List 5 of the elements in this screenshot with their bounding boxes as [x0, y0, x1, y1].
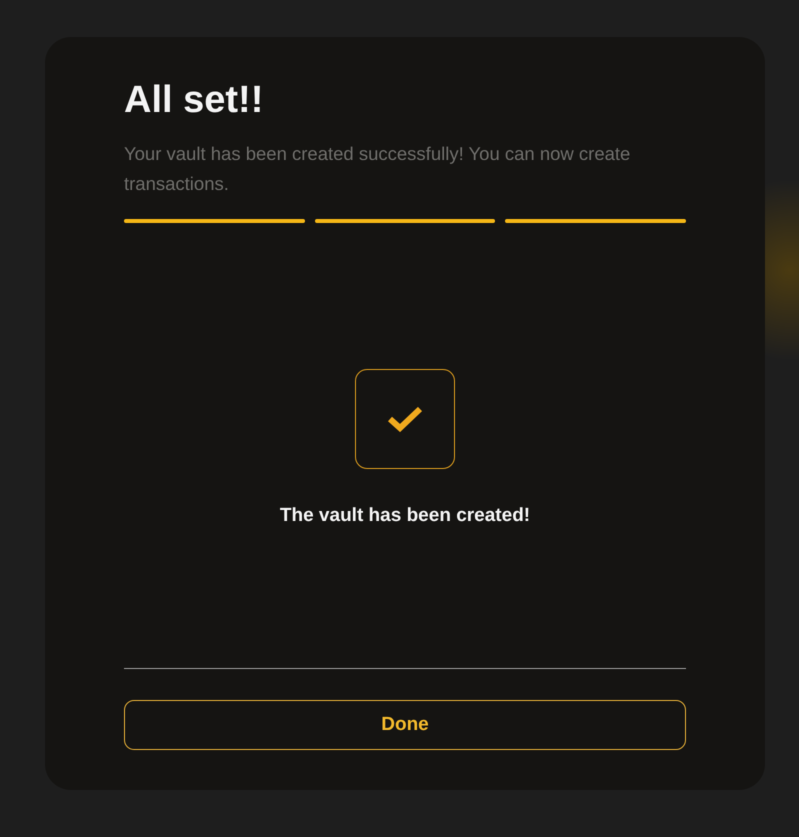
check-icon	[387, 405, 423, 433]
dialog-subtitle: Your vault has been created successfully! You can now create transactions.	[124, 142, 632, 196]
dialog-title: All set!!	[124, 78, 264, 123]
done-button[interactable]: Done	[124, 700, 686, 750]
status-message: The vault has been created!	[280, 505, 530, 527]
